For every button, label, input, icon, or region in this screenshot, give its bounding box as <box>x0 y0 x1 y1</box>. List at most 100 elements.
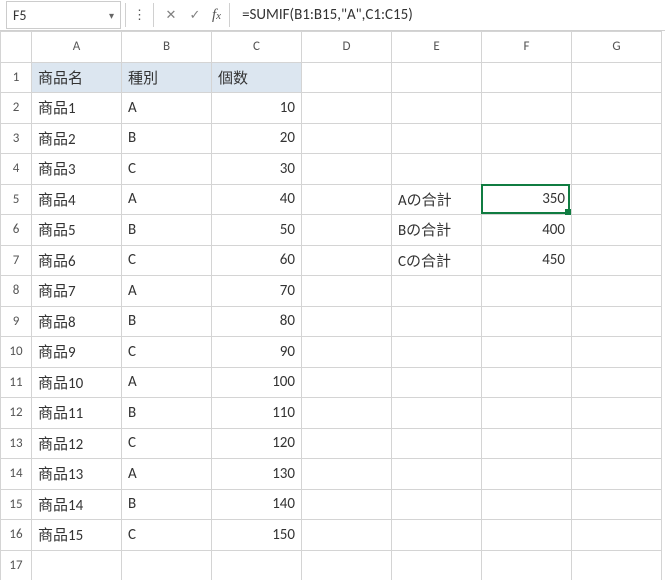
cell-E12[interactable] <box>392 398 482 429</box>
cell-B2[interactable]: A <box>122 93 212 124</box>
cell-B15[interactable]: B <box>122 489 212 520</box>
cell-F17[interactable] <box>482 550 572 580</box>
col-header-B[interactable]: B <box>122 32 212 63</box>
cell-E8[interactable] <box>392 276 482 307</box>
cell-C8[interactable]: 70 <box>212 276 302 307</box>
cell-F16[interactable] <box>482 520 572 551</box>
cell-C13[interactable]: 120 <box>212 428 302 459</box>
cell-E10[interactable] <box>392 337 482 368</box>
cell-B16[interactable]: C <box>122 520 212 551</box>
cell-D6[interactable] <box>302 215 392 246</box>
cell-D8[interactable] <box>302 276 392 307</box>
cell-A8[interactable]: 商品7 <box>32 276 122 307</box>
cell-G9[interactable] <box>572 306 662 337</box>
cell-C14[interactable]: 130 <box>212 459 302 490</box>
cell-F6[interactable]: 400 <box>482 215 572 246</box>
cell-D4[interactable] <box>302 154 392 185</box>
cell-D14[interactable] <box>302 459 392 490</box>
cell-C1[interactable]: 個数 <box>212 62 302 93</box>
cell-E9[interactable] <box>392 306 482 337</box>
row-header[interactable]: 1 <box>1 62 32 93</box>
cell-D3[interactable] <box>302 123 392 154</box>
cell-A6[interactable]: 商品5 <box>32 215 122 246</box>
cell-G1[interactable] <box>572 62 662 93</box>
cell-F1[interactable] <box>482 62 572 93</box>
cell-E17[interactable] <box>392 550 482 580</box>
cell-B4[interactable]: C <box>122 154 212 185</box>
cell-D13[interactable] <box>302 428 392 459</box>
cell-C11[interactable]: 100 <box>212 367 302 398</box>
row-header[interactable]: 14 <box>1 459 32 490</box>
cell-C6[interactable]: 50 <box>212 215 302 246</box>
cell-G13[interactable] <box>572 428 662 459</box>
cell-F12[interactable] <box>482 398 572 429</box>
cell-D7[interactable] <box>302 245 392 276</box>
cell-G8[interactable] <box>572 276 662 307</box>
cell-E16[interactable] <box>392 520 482 551</box>
cell-B9[interactable]: B <box>122 306 212 337</box>
cell-F5[interactable]: 350 <box>482 184 572 215</box>
cell-E6[interactable]: Bの合計 <box>392 215 482 246</box>
cell-F11[interactable] <box>482 367 572 398</box>
cell-A11[interactable]: 商品10 <box>32 367 122 398</box>
cell-F7[interactable]: 450 <box>482 245 572 276</box>
cell-B14[interactable]: A <box>122 459 212 490</box>
more-icon[interactable]: ⋮ <box>130 8 149 23</box>
cell-F14[interactable] <box>482 459 572 490</box>
cell-E7[interactable]: Cの合計 <box>392 245 482 276</box>
row-header[interactable]: 6 <box>1 215 32 246</box>
cell-C15[interactable]: 140 <box>212 489 302 520</box>
col-header-F[interactable]: F <box>482 32 572 63</box>
cell-B1[interactable]: 種別 <box>122 62 212 93</box>
cancel-icon[interactable]: ✕ <box>160 4 182 26</box>
cell-F2[interactable] <box>482 93 572 124</box>
row-header[interactable]: 17 <box>1 550 32 580</box>
cell-G10[interactable] <box>572 337 662 368</box>
cell-A15[interactable]: 商品14 <box>32 489 122 520</box>
cell-A3[interactable]: 商品2 <box>32 123 122 154</box>
row-header[interactable]: 10 <box>1 337 32 368</box>
cell-G3[interactable] <box>572 123 662 154</box>
cell-A9[interactable]: 商品8 <box>32 306 122 337</box>
cell-D9[interactable] <box>302 306 392 337</box>
cell-C2[interactable]: 10 <box>212 93 302 124</box>
col-header-G[interactable]: G <box>572 32 662 63</box>
select-all-corner[interactable] <box>1 32 32 63</box>
cell-G12[interactable] <box>572 398 662 429</box>
cell-B6[interactable]: B <box>122 215 212 246</box>
formula-input[interactable]: =SUMIF(B1:B15,"A",C1:C15) <box>234 6 665 24</box>
cell-G15[interactable] <box>572 489 662 520</box>
cell-A12[interactable]: 商品11 <box>32 398 122 429</box>
cell-E1[interactable] <box>392 62 482 93</box>
cell-G6[interactable] <box>572 215 662 246</box>
confirm-icon[interactable]: ✓ <box>184 4 206 26</box>
row-header[interactable]: 8 <box>1 276 32 307</box>
cell-C4[interactable]: 30 <box>212 154 302 185</box>
spreadsheet-grid[interactable]: A B C D E F G 1商品名種別個数2商品1A103商品2B204商品3… <box>0 31 662 580</box>
cell-D15[interactable] <box>302 489 392 520</box>
cell-A7[interactable]: 商品6 <box>32 245 122 276</box>
row-header[interactable]: 12 <box>1 398 32 429</box>
cell-C3[interactable]: 20 <box>212 123 302 154</box>
cell-B17[interactable] <box>122 550 212 580</box>
cell-E2[interactable] <box>392 93 482 124</box>
cell-D11[interactable] <box>302 367 392 398</box>
cell-D2[interactable] <box>302 93 392 124</box>
row-header[interactable]: 7 <box>1 245 32 276</box>
cell-C17[interactable] <box>212 550 302 580</box>
cell-C12[interactable]: 110 <box>212 398 302 429</box>
cell-D12[interactable] <box>302 398 392 429</box>
cell-B7[interactable]: C <box>122 245 212 276</box>
cell-A14[interactable]: 商品13 <box>32 459 122 490</box>
cell-A4[interactable]: 商品3 <box>32 154 122 185</box>
row-header[interactable]: 13 <box>1 428 32 459</box>
cell-G4[interactable] <box>572 154 662 185</box>
name-box[interactable]: F5 <box>13 7 109 24</box>
cell-C10[interactable]: 90 <box>212 337 302 368</box>
col-header-D[interactable]: D <box>302 32 392 63</box>
cell-D10[interactable] <box>302 337 392 368</box>
cell-A13[interactable]: 商品12 <box>32 428 122 459</box>
col-header-C[interactable]: C <box>212 32 302 63</box>
name-box-container[interactable]: F5 ▾ <box>6 1 121 29</box>
cell-G5[interactable] <box>572 184 662 215</box>
